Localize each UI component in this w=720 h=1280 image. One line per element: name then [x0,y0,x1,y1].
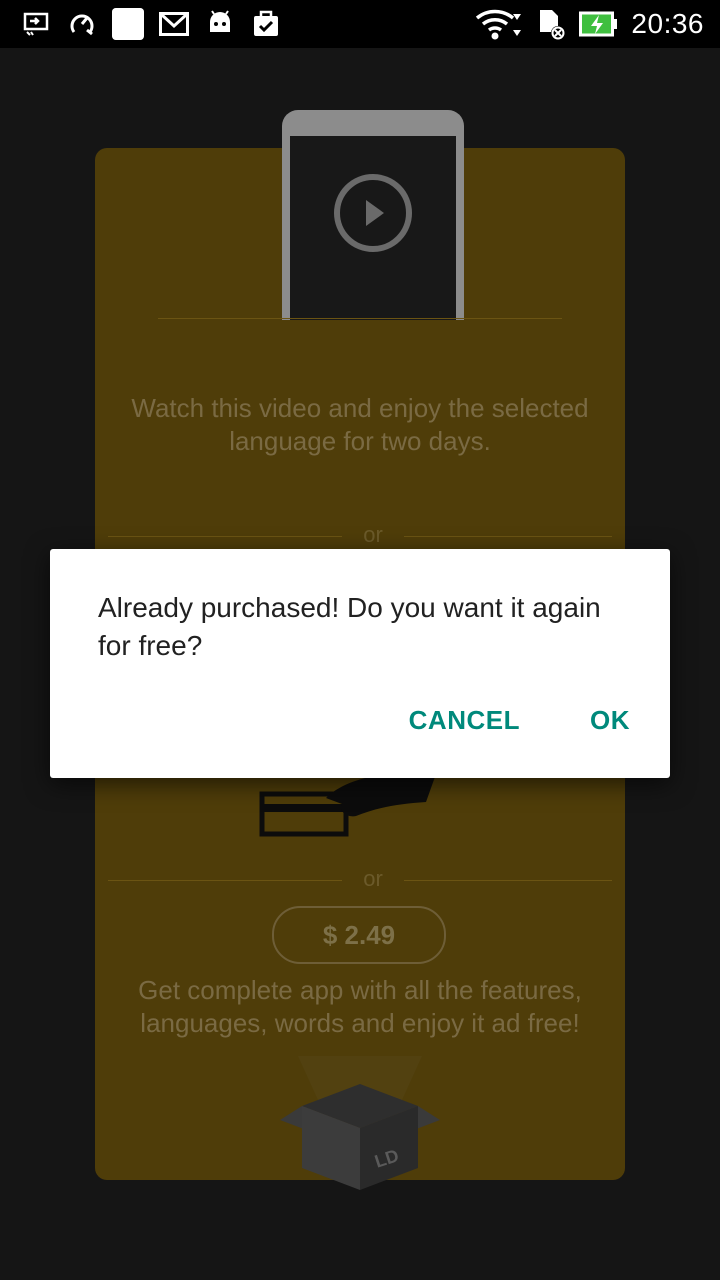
speed-test-icon [66,8,98,40]
divider-left-2 [108,880,342,881]
battery-charging-icon [579,8,619,40]
buy-price-button[interactable]: $ 2.49 [272,906,446,964]
system-icons: 20:36 [475,8,704,40]
or-label-2: or [363,866,383,891]
clipboard-check-icon [250,8,282,40]
full-app-description: Get complete app with all the features, … [138,975,582,1038]
purchase-dialog: Already purchased! Do you want it again … [50,549,670,778]
phone-divider [158,318,562,319]
or-label-1: or [363,522,383,547]
android-icon [204,8,236,40]
video-phone-illustration[interactable] [282,110,464,320]
divider-right-2 [404,880,612,881]
watch-video-description: Watch this video and enjoy the selected … [131,393,589,456]
dialog-message: Already purchased! Do you want it again … [98,592,601,661]
play-icon [332,172,414,259]
dialog-actions: CANCEL OK [409,701,630,740]
hand-card-icon [256,770,446,845]
clock: 20:36 [631,8,704,39]
wifi-icon [475,8,523,40]
gmail-icon [158,8,190,40]
white-square-icon [112,8,144,40]
cancel-button[interactable]: CANCEL [409,701,520,740]
ok-button[interactable]: OK [590,701,630,740]
open-box-icon: LD [278,1056,442,1197]
status-bar: 20:36 [0,0,720,48]
divider-right-1 [404,536,612,537]
sd-card-icon [535,8,567,40]
notification-icons [20,8,282,40]
divider-left-1 [108,536,342,537]
cast-screen-icon [20,8,52,40]
phone-screen [290,136,456,320]
